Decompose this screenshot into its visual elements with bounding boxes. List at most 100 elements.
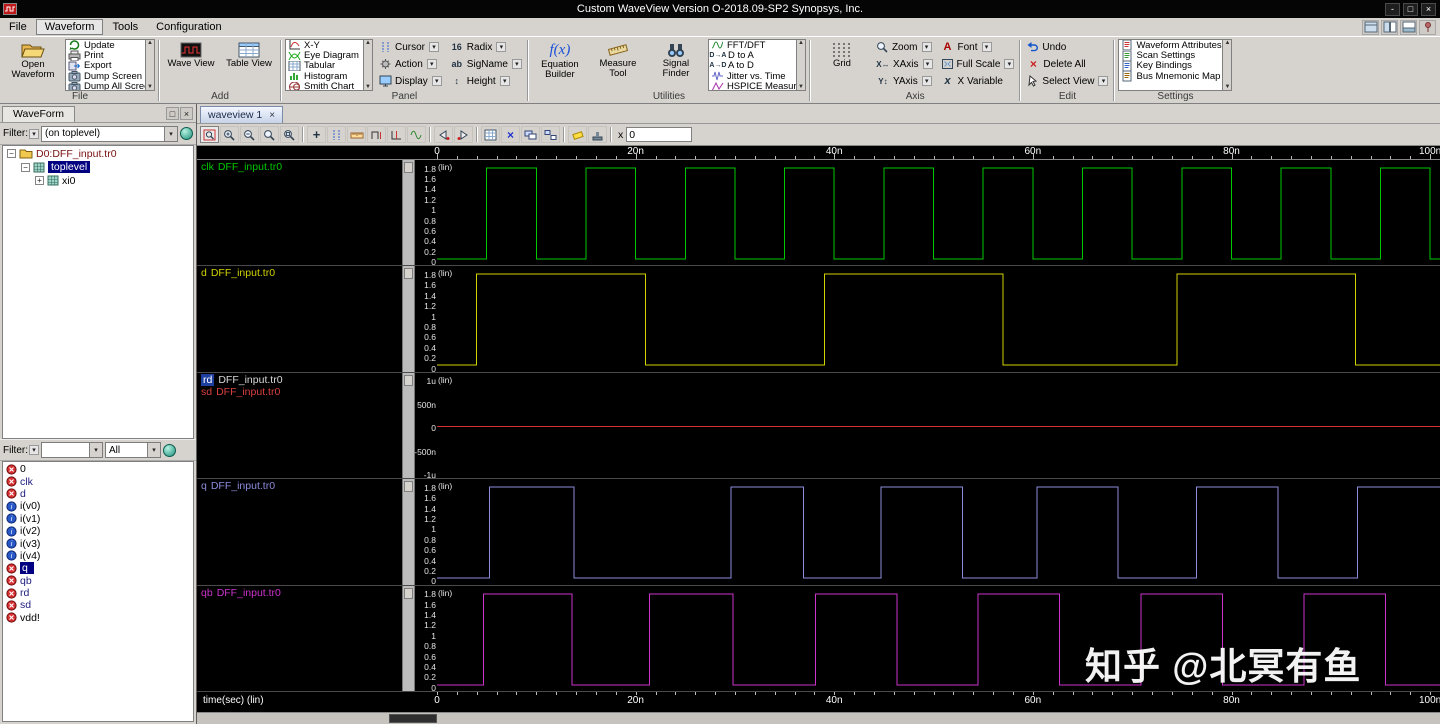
grid-button[interactable]: Grid: [814, 39, 870, 72]
tile-windows-icon[interactable]: [1381, 19, 1398, 35]
prev-edge-button[interactable]: [434, 126, 453, 143]
signal-item-i-v0[interactable]: i i(v0): [3, 500, 193, 512]
signal-filter-select[interactable]: ▾: [41, 442, 103, 458]
histogram-item[interactable]: Histogram: [286, 71, 363, 82]
trace-name[interactable]: d: [201, 267, 207, 279]
zoom-fit-button[interactable]: [280, 126, 299, 143]
key-bindings-item[interactable]: Key Bindings: [1119, 60, 1222, 72]
tree-item-toplevel[interactable]: − toplevel: [3, 161, 193, 175]
tree-item-xi0[interactable]: + xi0: [3, 174, 193, 188]
combo-arrow-icon[interactable]: ▾: [164, 126, 177, 141]
hierarchy-filter-select[interactable]: (on toplevel) ▾: [41, 125, 178, 142]
collapse-icon[interactable]: −: [7, 149, 16, 159]
menu-configuration[interactable]: Configuration: [147, 19, 230, 35]
waveform-panel-tab[interactable]: WaveForm: [2, 106, 75, 122]
filter-dropdown-icon[interactable]: ▾: [29, 128, 39, 139]
measure-tool-button[interactable]: Measure Tool: [590, 39, 646, 83]
yaxis-button[interactable]: Y↕ YAxis ▾: [874, 74, 935, 88]
zoom-full-button[interactable]: [260, 126, 279, 143]
select-view-button[interactable]: Select View ▾: [1024, 74, 1110, 88]
list-scrollbar[interactable]: ▲ ▼: [795, 40, 805, 90]
delete-blue-button[interactable]: ×: [501, 126, 520, 143]
menu-file[interactable]: File: [0, 19, 36, 35]
list-scrollbar[interactable]: ▲ ▼: [145, 40, 154, 90]
print-item[interactable]: Print: [66, 50, 145, 61]
xaxis-button[interactable]: X↔ XAxis ▾: [874, 57, 935, 71]
scrollbar-handle[interactable]: [389, 714, 437, 723]
ungroup-button[interactable]: [541, 126, 560, 143]
signame-button[interactable]: ab SigName ▾: [448, 57, 524, 71]
panel-y-scrollbar[interactable]: [402, 160, 415, 266]
signal-item-i-v1[interactable]: i i(v1): [3, 513, 193, 525]
signal-item-qb[interactable]: qb: [3, 575, 193, 587]
hspice-measure-item[interactable]: HSPICE Measure: [709, 82, 796, 90]
pin-icon[interactable]: [1419, 19, 1436, 35]
d-to-a-item[interactable]: D→A D to A: [709, 50, 796, 60]
scroll-up-icon[interactable]: ▲: [147, 40, 153, 46]
add-button[interactable]: +: [307, 126, 326, 143]
time-ruler[interactable]: 0 20n 40n 60n 80n 100n: [197, 146, 1440, 160]
zoom-button[interactable]: Zoom ▾: [874, 40, 935, 54]
panel-y-scrollbar[interactable]: [402, 372, 415, 479]
combo-arrow-icon[interactable]: ▾: [89, 443, 102, 457]
x-variable-button[interactable]: xX Variable: [939, 74, 1017, 88]
minimize-button[interactable]: -: [1385, 2, 1400, 16]
float-panel-icon[interactable]: □: [166, 107, 179, 120]
plot-area[interactable]: (lin): [437, 160, 1440, 265]
trace-name[interactable]: rd: [201, 373, 215, 386]
close-panel-icon[interactable]: ×: [180, 107, 193, 120]
trace-name[interactable]: sd: [201, 386, 212, 398]
dump-all-screens-item[interactable]: Dump All Screens: [66, 82, 145, 90]
eraser-button[interactable]: [568, 126, 587, 143]
signal-type-select[interactable]: All ▾: [105, 442, 161, 458]
list-scrollbar[interactable]: ▲ ▼: [1222, 40, 1232, 90]
scroll-down-icon[interactable]: ▼: [1225, 84, 1231, 90]
combo-arrow-icon[interactable]: ▾: [147, 443, 160, 457]
panel-scroll-handle[interactable]: [404, 374, 413, 386]
panel-scroll-handle[interactable]: [404, 162, 413, 173]
undo-button[interactable]: Undo: [1024, 40, 1110, 54]
plot-area[interactable]: (lin): [437, 373, 1440, 478]
wave-view-button[interactable]: Wave View: [163, 39, 219, 72]
signal-item-vdd[interactable]: vdd!: [3, 612, 193, 624]
close-tab-icon[interactable]: ×: [269, 110, 275, 121]
signal-item-rd[interactable]: rd: [3, 587, 193, 599]
x-position-input[interactable]: [626, 127, 693, 142]
collapse-icon[interactable]: −: [21, 162, 30, 172]
signal-item-i-v2[interactable]: i i(v2): [3, 525, 193, 537]
signal-item-0[interactable]: 0: [3, 463, 193, 475]
ruler-h-button[interactable]: [347, 126, 366, 143]
scroll-down-icon[interactable]: ▼: [798, 84, 804, 90]
next-edge-button[interactable]: [454, 126, 473, 143]
signal-item-i-v3[interactable]: i i(v3): [3, 537, 193, 550]
zoom-select-button[interactable]: [200, 126, 219, 143]
signal-item-d[interactable]: d: [3, 488, 193, 500]
tabular-item[interactable]: Tabular: [286, 60, 363, 72]
update-item[interactable]: Update: [66, 40, 145, 50]
action-button[interactable]: Action ▾: [377, 57, 444, 71]
maximize-button[interactable]: □: [1403, 2, 1418, 16]
height-button[interactable]: ↕ Height ▾: [448, 74, 524, 88]
signal-filter-apply-button[interactable]: [163, 443, 176, 457]
signal-item-i-v4[interactable]: i i(v4): [3, 550, 193, 562]
panel-scroll-handle[interactable]: [404, 587, 413, 599]
scan-settings-item[interactable]: Scan Settings: [1119, 50, 1222, 61]
delete-all-button[interactable]: × Delete All: [1024, 57, 1110, 71]
zoom-out-button[interactable]: [240, 126, 259, 143]
plot-area[interactable]: (lin): [437, 266, 1440, 371]
radix-button[interactable]: 16 Radix ▾: [448, 40, 524, 54]
tree-item-d0-dff-input-tr0[interactable]: − D0:DFF_input.tr0: [3, 147, 193, 161]
fall-measure-button[interactable]: [387, 126, 406, 143]
expand-icon[interactable]: +: [35, 176, 44, 186]
table-select-button[interactable]: [481, 126, 500, 143]
panel-scroll-handle[interactable]: [404, 481, 413, 493]
fft-dft-item[interactable]: FFT/DFT: [709, 40, 796, 50]
panel-scroll-handle[interactable]: [404, 268, 413, 280]
trace-name[interactable]: clk: [201, 161, 214, 173]
zoom-in-button[interactable]: [220, 126, 239, 143]
signal-item-clk[interactable]: clk: [3, 475, 193, 488]
stamp-button[interactable]: [588, 126, 607, 143]
waveform-attributes-item[interactable]: Waveform Attributes: [1119, 40, 1222, 51]
horizontal-scrollbar[interactable]: [197, 712, 1440, 724]
scroll-up-icon[interactable]: ▲: [798, 40, 804, 46]
